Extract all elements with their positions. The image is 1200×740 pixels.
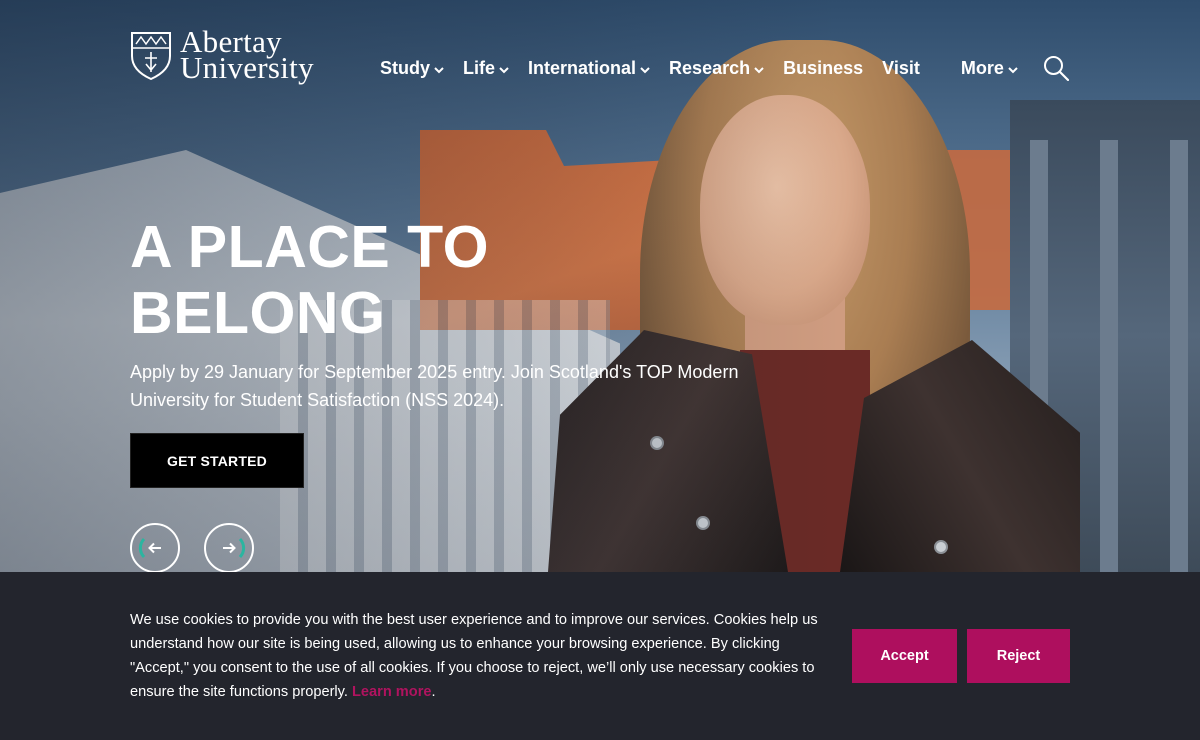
- chevron-down-icon: [640, 66, 650, 73]
- hero-title-line-2: BELONG: [130, 280, 386, 346]
- cookie-message: We use cookies to provide you with the b…: [130, 608, 830, 704]
- carousel-next-button[interactable]: [204, 523, 254, 573]
- chevron-down-icon: [434, 66, 444, 73]
- nav-item-label: Life: [463, 58, 496, 78]
- chevron-down-icon: [499, 66, 509, 73]
- nav-item-study[interactable]: Study: [380, 58, 444, 79]
- cookie-trailing: .: [431, 684, 436, 700]
- cookie-banner: We use cookies to provide you with the b…: [0, 572, 1200, 740]
- accept-cookies-button[interactable]: Accept: [852, 629, 957, 683]
- nav-item-more[interactable]: More: [961, 58, 1018, 79]
- nav-item-research[interactable]: Research: [669, 58, 764, 79]
- nav-item-label: International: [528, 58, 637, 78]
- nav-item-business[interactable]: Business: [783, 58, 863, 79]
- cookie-text: We use cookies to provide you with the b…: [130, 612, 818, 700]
- carousel-prev-button[interactable]: [130, 523, 180, 573]
- get-started-button[interactable]: GET STARTED: [130, 433, 304, 488]
- logo-line-2: University: [180, 50, 314, 85]
- nav-item-label: Visit: [882, 58, 920, 78]
- nav-item-label: Business: [783, 58, 864, 78]
- learn-more-link[interactable]: Learn more: [352, 684, 431, 700]
- hero-subtitle: Apply by 29 January for September 2025 e…: [130, 362, 739, 410]
- arrow-left-icon: [138, 537, 161, 559]
- crest-icon: [131, 32, 171, 80]
- main-nav: Study Life International Research Busine…: [380, 58, 1037, 79]
- nav-item-label: Research: [669, 58, 751, 78]
- reject-cookies-button[interactable]: Reject: [967, 629, 1070, 683]
- hero-title: A PLACE TO BELONG: [130, 214, 489, 346]
- hero-title-line-1: A PLACE TO: [130, 214, 490, 280]
- nav-item-label: More: [960, 58, 1004, 78]
- nav-item-international[interactable]: International: [528, 58, 650, 79]
- chevron-down-icon: [754, 66, 764, 73]
- nav-item-visit[interactable]: Visit: [882, 58, 920, 79]
- nav-item-label: Study: [380, 58, 431, 78]
- university-logo[interactable]: Abertay University: [130, 26, 314, 85]
- nav-item-life[interactable]: Life: [463, 58, 509, 79]
- chevron-down-icon: [1008, 66, 1018, 73]
- arrow-right-icon: [223, 537, 246, 559]
- search-icon[interactable]: [1043, 55, 1069, 81]
